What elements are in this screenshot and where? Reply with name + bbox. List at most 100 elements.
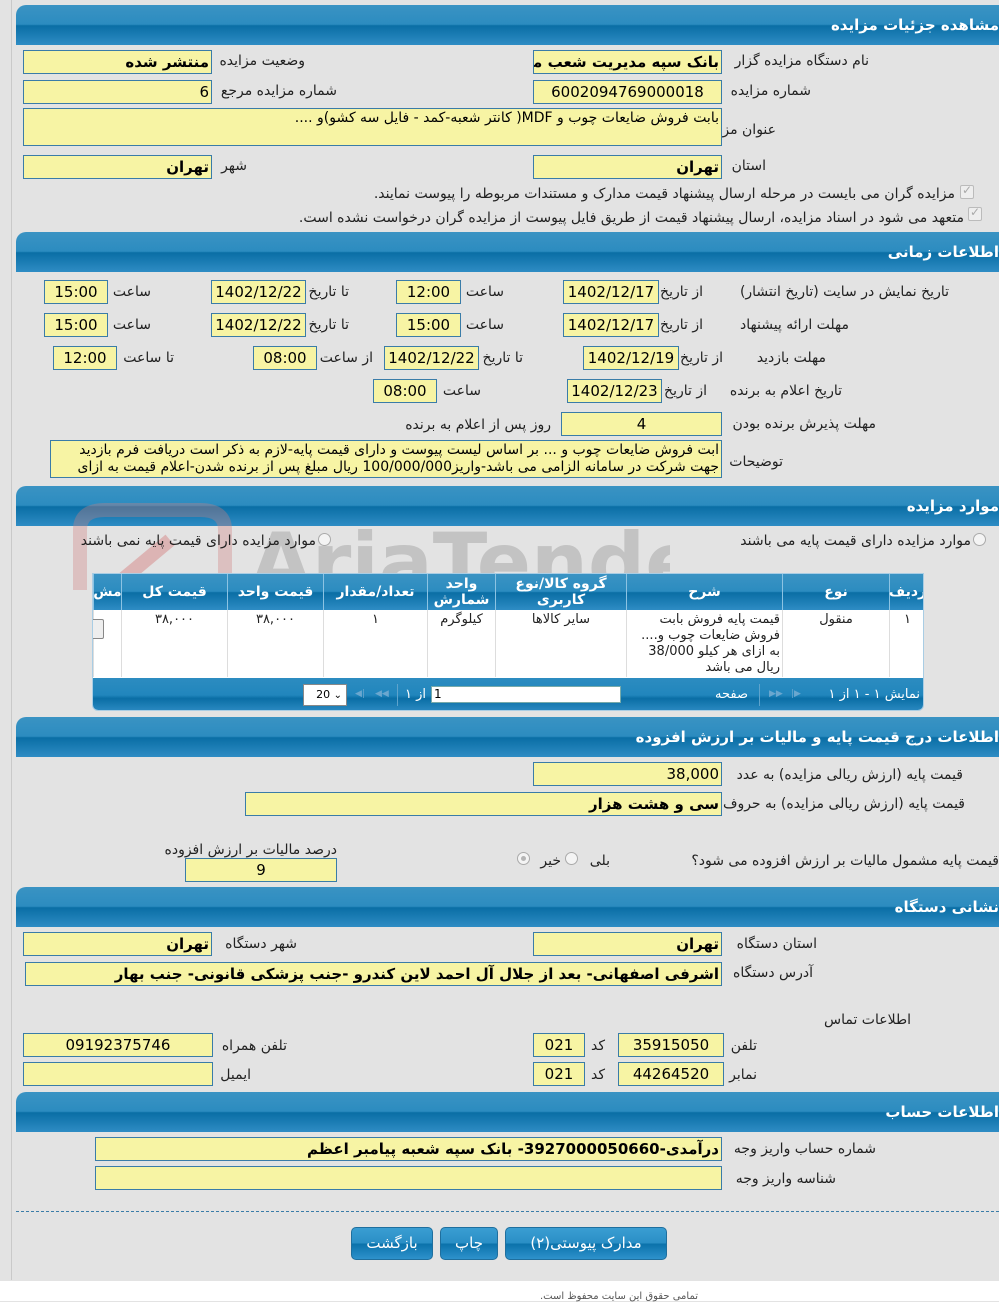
cell-type: منقول <box>782 610 889 677</box>
cell-desc: قیمت پایه فروش بابت فروش ضایعات چوب و...… <box>626 610 782 677</box>
col-unit-price[interactable]: قیمت واحد <box>227 574 323 610</box>
description-label: توضیحات <box>729 454 783 470</box>
visit-from-date[interactable]: 1402/12/19 <box>583 346 679 370</box>
section-title: اطلاعات حساب <box>885 1103 999 1121</box>
display-from-time[interactable]: 12:00 <box>396 280 461 304</box>
vat-percent-field[interactable]: 9 <box>185 858 337 882</box>
fax-field[interactable]: 44264520 <box>618 1062 724 1086</box>
announce-hour-label: ساعت <box>442 383 481 399</box>
mobile-field[interactable]: 09192375746 <box>23 1033 213 1057</box>
vat-no-radio[interactable] <box>517 852 530 865</box>
offer-to-time[interactable]: 15:00 <box>44 313 108 337</box>
vat-no-label: خیر <box>540 853 561 869</box>
city-field[interactable]: تهران <box>23 155 212 179</box>
pager-page-label: صفحه <box>715 687 748 702</box>
status-label: وضعیت مزایده <box>219 53 305 69</box>
row-details-button[interactable] <box>93 619 104 639</box>
print-button[interactable]: چاپ <box>440 1227 498 1260</box>
offer-from-label: از تاریخ <box>660 317 703 333</box>
status-field[interactable]: منتشر شده <box>23 50 212 74</box>
org-address-field[interactable]: اشرفی اصفهانی- بعد از جلال آل احمد لاین … <box>25 962 722 986</box>
pager-of-label: از ۱ <box>405 687 427 702</box>
vat-yes-label: بلی <box>589 853 610 869</box>
radio-with-base-price[interactable] <box>973 533 986 546</box>
base-price-words-label: قیمت پایه (ارزش ریالی مزایده) به حروف <box>722 796 965 812</box>
account-number-field[interactable]: درآمدی-3927000050660- بانک سپه شعبه پیام… <box>95 1137 722 1161</box>
vat-question-label: قیمت پایه مشمول مالیات بر ارزش افزوده می… <box>691 853 999 869</box>
payment-id-field[interactable] <box>95 1166 722 1190</box>
accept-deadline-label: مهلت پذیرش برنده بودن <box>732 416 877 432</box>
pager-page-input[interactable]: 1 <box>431 686 621 703</box>
phone-code-field[interactable]: 021 <box>533 1033 585 1057</box>
ref-number-label: شماره مزایده مرجع <box>220 83 337 99</box>
announce-time[interactable]: 08:00 <box>373 379 437 403</box>
org-province-field[interactable]: تهران <box>533 932 722 956</box>
col-qty[interactable]: تعداد/مقدار <box>323 574 427 610</box>
display-from-date[interactable]: 1402/12/17 <box>563 280 659 304</box>
display-to-time[interactable]: 15:00 <box>44 280 108 304</box>
footer <box>0 1281 999 1301</box>
col-group[interactable]: گروه کالا/نوع کاربری <box>495 574 626 610</box>
back-button[interactable]: بازگشت <box>351 1227 433 1260</box>
vat-yes-radio[interactable] <box>565 852 578 865</box>
display-to-date[interactable]: 1402/12/22 <box>211 280 306 304</box>
copyright-text: تمامی حقوق این سایت محفوظ است. <box>540 1291 699 1302</box>
section-header-account: اطلاعات حساب <box>16 1092 999 1132</box>
radio-without-base-price[interactable] <box>318 533 331 546</box>
section-title: اطلاعات زمانی <box>887 243 999 261</box>
accept-days-field[interactable]: 4 <box>561 412 722 436</box>
visit-to-time[interactable]: 12:00 <box>53 346 117 370</box>
province-field[interactable]: تهران <box>533 155 722 179</box>
pager-first-icon[interactable]: |◀ <box>355 689 365 699</box>
fax-code-label: کد <box>590 1067 605 1083</box>
city-label: شهر <box>221 158 247 174</box>
attach-docs-checkbox[interactable] <box>960 183 974 199</box>
section-title: اطلاعات درج قیمت پایه و مالیات بر ارزش ا… <box>635 728 999 746</box>
phone-field[interactable]: 35915050 <box>618 1033 724 1057</box>
email-label: ایمیل <box>220 1067 251 1083</box>
col-type[interactable]: نوع <box>782 574 889 610</box>
auction-title-field[interactable]: بابت فروش ضایعات چوب و MDF( کانتر شعبه-ک… <box>23 108 722 146</box>
pager-prev-icon[interactable]: ◀◀ <box>375 689 389 699</box>
email-field[interactable] <box>23 1062 213 1086</box>
items-grid: ردیف نوع شرح گروه کالا/نوع کاربری واحد ش… <box>92 573 924 711</box>
offer-from-date[interactable]: 1402/12/17 <box>563 313 659 337</box>
org-field[interactable]: بانک سپه مدیریت شعب من <box>533 50 722 74</box>
fax-code-field[interactable]: 021 <box>533 1062 585 1086</box>
attachments-button[interactable]: مدارک پیوستی(۲) <box>505 1227 667 1260</box>
offer-from-time[interactable]: 15:00 <box>396 313 461 337</box>
no-file-offer-checkbox[interactable] <box>968 205 982 221</box>
offer-from-hour-label: ساعت <box>465 317 504 333</box>
pager-separator <box>759 684 760 706</box>
announce-date[interactable]: 1402/12/23 <box>567 379 662 403</box>
pager-last-icon[interactable]: ▶| <box>791 689 801 699</box>
phone-code-label: کد <box>590 1038 605 1054</box>
account-number-label: شماره حساب واریز وجه <box>733 1141 876 1157</box>
cell-unit: کیلوگرم <box>427 610 495 677</box>
col-unit[interactable]: واحد شمارش <box>427 574 495 610</box>
visit-from-time[interactable]: 08:00 <box>253 346 317 370</box>
org-city-field[interactable]: تهران <box>23 932 212 956</box>
cell-qty: ۱ <box>323 610 427 677</box>
pager-summary: نمایش ۱ - ۱ از ۱ <box>828 687 921 702</box>
phone-label: تلفن <box>730 1038 757 1054</box>
section-title: نشانی دستگاه <box>894 898 999 916</box>
payment-id-label: شناسه واریز وجه <box>735 1171 836 1187</box>
radio-with-base-price-label: موارد مزایده دارای قیمت پایه می باشند <box>740 533 971 549</box>
offer-to-date[interactable]: 1402/12/22 <box>211 313 306 337</box>
col-more[interactable]: مش <box>93 574 121 610</box>
auction-number-field[interactable]: 6002094769000018 <box>533 80 722 104</box>
page-size-select[interactable]: ⌄ 20 <box>303 684 347 706</box>
col-desc[interactable]: شرح <box>626 574 782 610</box>
pager-next-icon[interactable]: ▶▶ <box>769 689 783 699</box>
col-total[interactable]: قیمت کل <box>121 574 227 610</box>
visit-to-date[interactable]: 1402/12/22 <box>384 346 479 370</box>
base-price-number-field[interactable]: 38,000 <box>533 762 722 786</box>
col-row[interactable]: ردیف <box>889 574 923 610</box>
description-field[interactable]: ابت فروش ضایعات چوب و ... بر اساس لیست پ… <box>50 440 722 478</box>
ref-number-field[interactable]: 6 <box>23 80 212 104</box>
attach-docs-text: مزایده گران می بایست در مرحله ارسال پیشن… <box>373 186 955 202</box>
divider <box>16 1211 999 1212</box>
cell-unit-price: ۳۸,۰۰۰ <box>227 610 323 677</box>
base-price-words-field[interactable]: سی و هشت هزار <box>245 792 722 816</box>
